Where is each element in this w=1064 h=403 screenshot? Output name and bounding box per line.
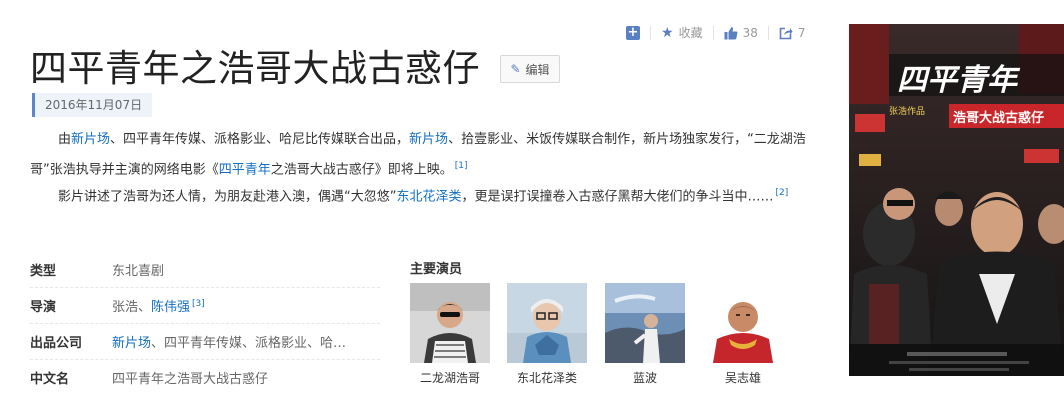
publish-date: 2016年11月07日 [32,93,153,117]
share-button[interactable]: 7 [779,26,806,40]
pencil-icon: ✎ [510,62,521,76]
info-label: 中文名 [30,372,70,387]
share-icon [779,27,793,39]
text: 影片讲述了浩哥为还人情，为朋友赴港入澳，偶遇“大忽悠” [58,189,397,205]
page-title: 四平青年之浩哥大战古惑仔 [30,47,480,90]
cast-member[interactable]: 东北花泽类 [507,283,587,386]
divider [650,25,651,40]
reference-2[interactable]: [2] [776,188,789,198]
info-label: 导演 [30,300,57,315]
edit-label: 编辑 [525,62,550,77]
star-icon: ★ [661,24,674,41]
divider [712,25,714,40]
action-bar: + ★ 收藏 38 7 [626,24,806,41]
link-xinpianchang-2[interactable]: 新片场 [409,132,448,147]
cast-name: 二龙湖浩哥 [419,371,480,385]
info-label: 类型 [30,264,57,279]
like-button[interactable]: 38 [724,26,758,40]
text: 由 [58,132,72,147]
poster-credit: 张浩作品 [889,105,925,117]
divider [767,25,769,40]
reference-3[interactable]: [3] [192,299,205,309]
link-director[interactable]: 陈伟强 [151,300,190,315]
text: 之浩哥大战古惑仔》即将上映。 [270,162,453,178]
like-count: 38 [742,25,758,40]
share-count: 7 [797,25,806,40]
link-company[interactable]: 新片场 [112,336,151,351]
cast-photo [703,283,783,363]
cast-heading: 主要演员 [410,262,463,277]
poster-subtitle: 浩哥大战古惑仔 [953,110,1044,126]
cast-name: 东北花泽类 [516,371,577,385]
cast-photo [605,283,685,363]
cast-member[interactable]: 二龙湖浩哥 [410,283,490,386]
cast-photo [507,283,587,363]
link-xinpianchang[interactable]: 新片场 [71,132,110,147]
info-label: 出品公司 [30,336,83,351]
info-row-company: 出品公司 新片场、四平青年传媒、派格影业、哈… [30,324,380,360]
info-value: 张浩、陈伟强 [3] [112,296,205,315]
cast-name: 蓝波 [632,371,657,385]
thumbs-up-icon [724,26,738,39]
cast-member[interactable]: 吴志雄 [703,283,783,386]
summary-paragraph-1: 由新片场、四平青年传媒、派格影业、哈尼比传媒联合出品，新片场、拾壹影业、米饭传媒… [30,127,820,183]
link-siping-qingnian[interactable]: 四平青年 [219,162,271,177]
info-value: 东北喜剧 [112,264,165,279]
text: 张浩、 [112,300,152,315]
info-value: 四平青年之浩哥大战古惑仔 [112,372,269,387]
info-table: 类型 东北喜剧 导演 张浩、陈伟强 [3] 出品公司 新片场、四平青年传媒、派格影… [30,252,380,395]
info-value: 新片场、四平青年传媒、派格影业、哈… [112,332,346,351]
favorite-button[interactable]: ★ 收藏 [661,24,703,41]
text: 、四平青年传媒、派格影业、哈… [151,336,347,351]
cast-name: 吴志雄 [724,371,761,385]
info-row-genre: 类型 东北喜剧 [30,252,380,288]
info-row-chinese-name: 中文名 四平青年之浩哥大战古惑仔 [30,360,380,395]
text: 、四平青年传媒、派格影业、哈尼比传媒联合出品， [110,132,410,147]
cast-member[interactable]: 蓝波 [605,283,685,386]
movie-poster[interactable]: 四平青年 浩哥大战古惑仔 张浩作品 [849,24,1064,376]
add-button[interactable]: + [626,24,640,40]
cast-photo [410,283,490,363]
plus-icon: + [626,24,640,40]
poster-title: 四平青年 [897,63,1021,98]
link-dongbei-huazelei[interactable]: 东北花泽类 [396,189,461,204]
edit-button[interactable]: ✎ 编辑 [500,55,560,83]
text: ，更是误打误撞卷入古惑仔黑帮大佬们的争斗当中…… [461,189,774,205]
favorite-label: 收藏 [678,26,703,40]
info-row-director: 导演 张浩、陈伟强 [3] [30,288,380,324]
reference-1[interactable]: [1] [455,161,468,171]
summary-paragraph-2: 影片讲述了浩哥为还人情，为朋友赴港入澳，偶遇“大忽悠”东北花泽类，更是误打误撞卷… [30,180,820,210]
